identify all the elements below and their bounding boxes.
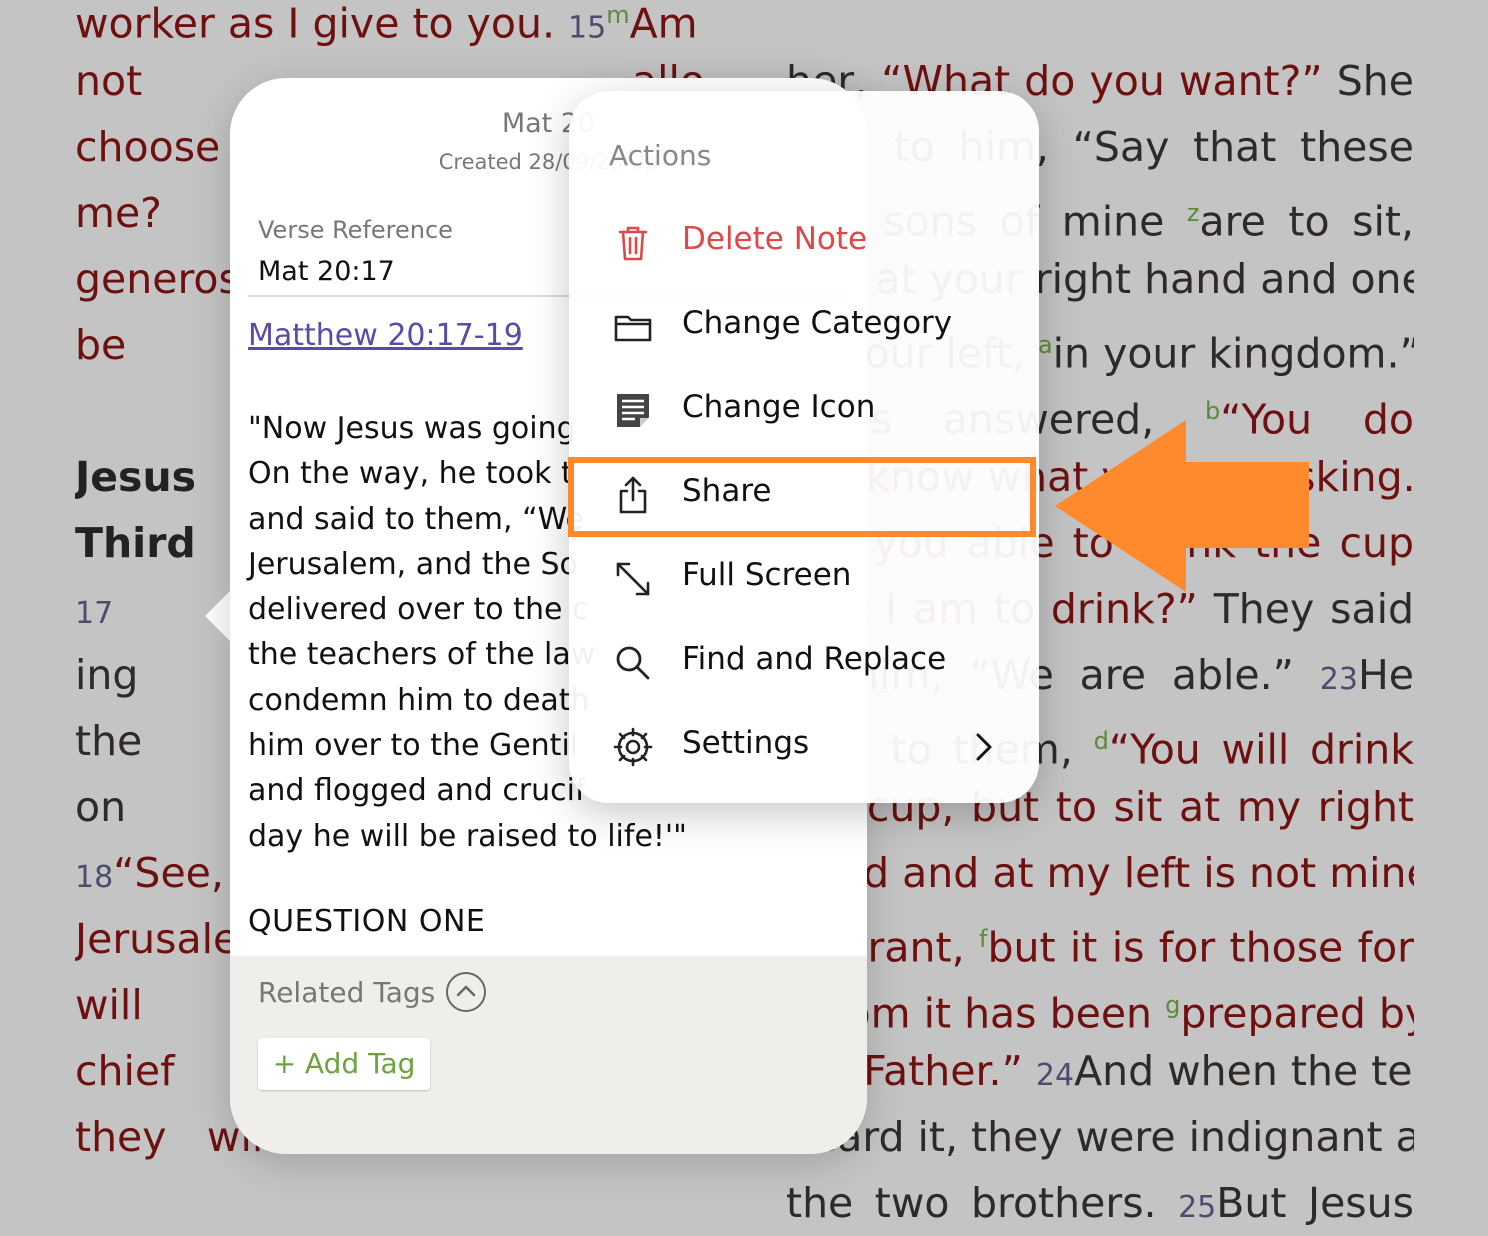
bible-text-run: heard it, they were indignant at <box>786 1113 1414 1161</box>
footnote-marker[interactable]: z <box>1187 199 1200 227</box>
add-tag-button[interactable]: + Add Tag <box>258 1038 430 1090</box>
bible-text-line: the two brothers. 25But Jesus <box>786 1170 1414 1236</box>
footnote-marker[interactable]: g <box>1165 991 1180 1019</box>
bible-text-run: He <box>1357 651 1414 699</box>
settings-menu-item[interactable]: Settings <box>569 705 1039 789</box>
change-icon-menu-item[interactable]: Change Icon <box>569 369 1039 453</box>
full-screen-menu-item[interactable]: Full Screen <box>569 537 1039 621</box>
folder-icon <box>613 307 653 347</box>
verse-number[interactable]: 18 <box>75 860 113 895</box>
actions-menu-header: Actions <box>609 139 712 172</box>
bible-text-run: She <box>1322 57 1414 105</box>
bible-text-run: in your kingdom.” <box>1052 329 1414 378</box>
verse-number[interactable]: 15 <box>568 11 606 46</box>
bible-text-line: my Father.” 24And when the ten <box>786 1038 1414 1104</box>
verse-reference-field[interactable]: Mat 20:17 <box>258 256 395 287</box>
trash-icon <box>613 223 653 263</box>
menu-item-label: Change Category <box>682 305 953 341</box>
bible-text-run: “See, <box>113 849 224 897</box>
footnote-marker[interactable]: m <box>606 1 629 29</box>
note-question-heading: QUESTION ONE <box>248 904 486 939</box>
bible-text-line <box>786 0 1414 48</box>
bible-text-run: are to sit, <box>1199 197 1415 246</box>
expand-icon <box>613 559 653 599</box>
share-highlight-box <box>568 457 1036 537</box>
bible-text-line: to grant, fbut it is for those for <box>786 906 1414 972</box>
actions-menu: Actions Delete Note Change Category Chan… <box>569 91 1039 803</box>
bible-text-run: hand and at my left is not mine <box>786 849 1414 897</box>
verse-number[interactable]: 24 <box>1036 1058 1074 1093</box>
bible-text-run: worker as I give to you. <box>75 0 569 48</box>
related-tags-section: Related Tags + Add Tag <box>230 956 867 1154</box>
chevron-right-icon <box>963 727 1003 767</box>
bible-text-run: prepared by <box>1180 989 1414 1038</box>
search-icon <box>613 643 653 683</box>
bible-text-line: worker as I give to you. 15mAm I <box>75 0 705 48</box>
note-popover-pointer <box>205 588 233 644</box>
bible-text-run: They said <box>1197 585 1414 633</box>
bible-text-run: And when the ten <box>1074 1047 1414 1095</box>
bible-text-run: But Jesus <box>1216 1179 1414 1227</box>
bible-text-run: the two brothers. <box>786 1179 1179 1227</box>
verse-link[interactable]: Matthew 20:17-19 <box>248 318 523 353</box>
footnote-marker[interactable]: d <box>1094 727 1109 755</box>
gear-icon <box>613 727 653 767</box>
bible-text-run: “You will drink <box>1108 725 1414 774</box>
bible-text-line: heard it, they were indignant at <box>786 1104 1414 1170</box>
note-icon <box>613 391 653 431</box>
verse-number[interactable]: 17 <box>75 596 113 631</box>
menu-item-label: Settings <box>682 725 810 761</box>
menu-item-label: Change Icon <box>682 389 876 425</box>
bible-text-line: whom it has been gprepared by <box>786 972 1414 1038</box>
menu-item-label: Find and Replace <box>682 641 947 677</box>
footnote-marker[interactable]: a <box>1038 331 1053 359</box>
verse-number[interactable]: 25 <box>1178 1190 1216 1225</box>
menu-item-label: Full Screen <box>682 557 852 593</box>
bible-text-run: Jerusale <box>75 915 239 963</box>
menu-item-label: Delete Note <box>682 221 868 257</box>
pointer-arrow-icon <box>1055 420 1309 592</box>
find-replace-menu-item[interactable]: Find and Replace <box>569 621 1039 705</box>
delete-note-menu-item[interactable]: Delete Note <box>569 201 1039 285</box>
collapse-tags-icon[interactable] <box>446 972 486 1012</box>
bible-text-run: but it is for those for <box>987 923 1414 972</box>
bible-text-run: Am I <box>629 0 705 48</box>
verse-reference-label: Verse Reference <box>258 216 453 244</box>
related-tags-label: Related Tags <box>258 976 436 1009</box>
change-category-menu-item[interactable]: Change Category <box>569 285 1039 369</box>
verse-number[interactable]: 23 <box>1320 662 1358 697</box>
bible-text-run: generos <box>75 255 240 303</box>
bible-text-run: choose <box>75 123 221 171</box>
bible-text-line: hand and at my left is not mine <box>786 840 1414 906</box>
